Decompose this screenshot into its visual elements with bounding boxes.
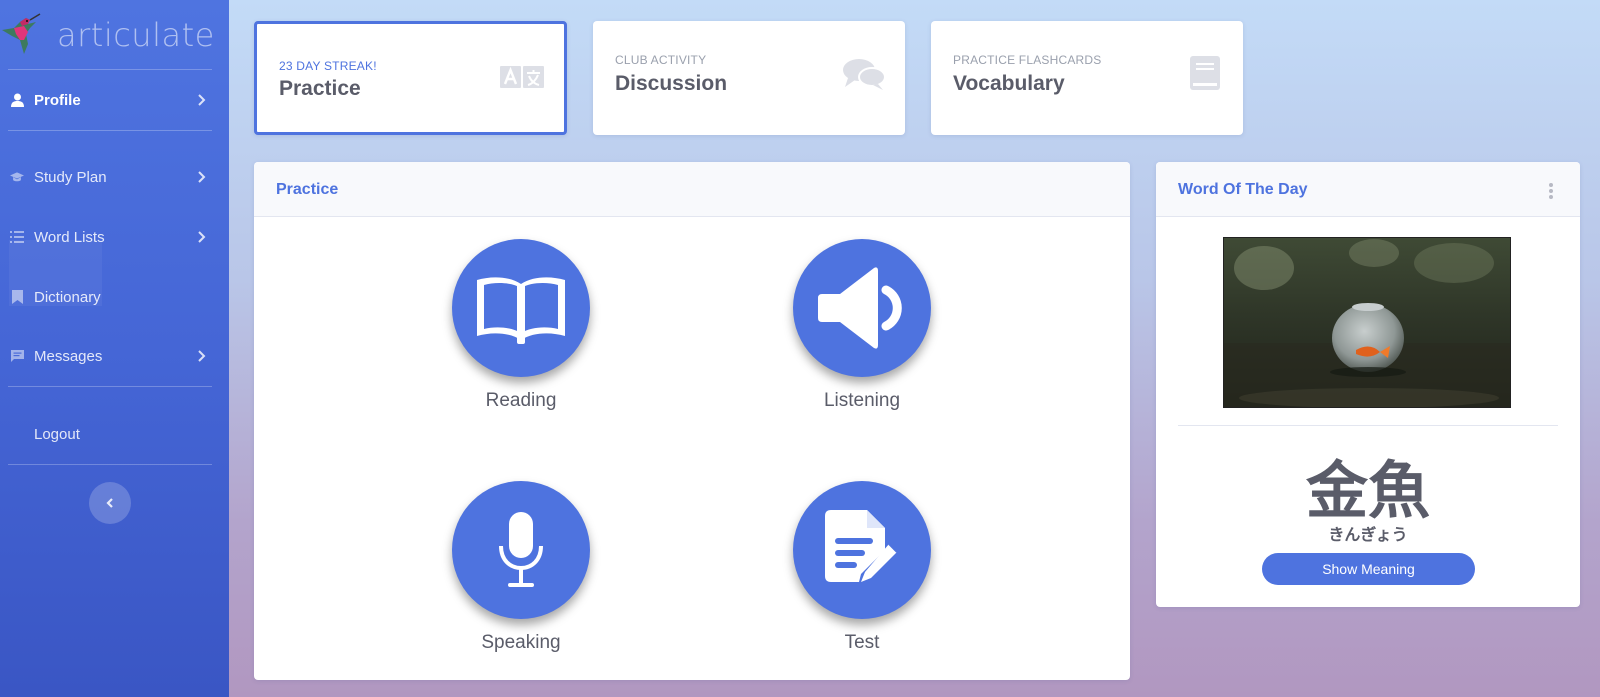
card-discussion[interactable]: Club Activity Discussion bbox=[593, 21, 905, 135]
word-kanji: 金魚 bbox=[1305, 454, 1430, 527]
panel-title: Practice bbox=[276, 181, 339, 198]
language-icon bbox=[500, 66, 544, 88]
card-title: Practice bbox=[279, 77, 361, 100]
sidebar-divider bbox=[8, 464, 212, 465]
sidebar-collapse-button[interactable] bbox=[89, 482, 131, 524]
skill-label: Listening bbox=[823, 390, 901, 411]
skill-circle bbox=[452, 481, 590, 619]
word-of-the-day-panel: Word Of The Day 金魚 きんぎょう Show Meaning bbox=[1156, 162, 1580, 607]
sidebar-item-label: Dictionary bbox=[34, 288, 101, 306]
chevron-right-icon bbox=[198, 94, 206, 106]
book-icon bbox=[1190, 56, 1220, 90]
sidebar-divider bbox=[8, 69, 212, 70]
goldfish-bowl-photo bbox=[1223, 237, 1511, 408]
sidebar-item-label: Profile bbox=[34, 91, 81, 109]
chevron-right-icon bbox=[198, 171, 206, 183]
skill-test[interactable]: Test bbox=[782, 481, 942, 654]
skill-label: Speaking bbox=[481, 632, 561, 653]
bookmark-icon bbox=[10, 290, 24, 304]
sidebar: articulate Profile Study Plan Word Lists… bbox=[0, 0, 229, 697]
skill-listening[interactable]: Listening bbox=[782, 239, 942, 412]
sidebar-item-label: Study Plan bbox=[34, 168, 107, 186]
skill-circle bbox=[793, 239, 931, 377]
card-subtitle: Practice Flashcards bbox=[953, 53, 1102, 67]
sidebar-item-label: Messages bbox=[34, 347, 103, 365]
comment-icon bbox=[10, 349, 24, 363]
card-title: Discussion bbox=[615, 72, 728, 95]
microphone-icon bbox=[499, 512, 543, 587]
brand[interactable]: articulate bbox=[0, 6, 229, 62]
graduation-cap-icon bbox=[10, 170, 24, 184]
practice-panel-header: Practice bbox=[254, 162, 1130, 217]
sidebar-item-study-plan[interactable]: Study Plan bbox=[0, 157, 229, 197]
comments-icon bbox=[843, 59, 885, 90]
divider bbox=[1178, 425, 1558, 426]
card-title: Vocabulary bbox=[953, 72, 1065, 95]
card-vocabulary[interactable]: Practice Flashcards Vocabulary bbox=[931, 21, 1243, 135]
show-meaning-button[interactable]: Show Meaning bbox=[1262, 553, 1475, 585]
skill-circle bbox=[452, 239, 590, 377]
card-practice[interactable]: 23 Day Streak! Practice bbox=[254, 21, 567, 135]
sidebar-item-messages[interactable]: Messages bbox=[0, 336, 229, 376]
file-edit-icon bbox=[825, 510, 898, 582]
practice-panel: Practice Reading Listening Speaking Test bbox=[254, 162, 1130, 680]
skill-circle bbox=[793, 481, 931, 619]
chevron-right-icon bbox=[198, 350, 206, 362]
skill-reading[interactable]: Reading bbox=[441, 239, 601, 412]
sidebar-item-label: Logout bbox=[34, 425, 80, 443]
ellipsis-vertical-icon[interactable] bbox=[1548, 183, 1554, 199]
skill-speaking[interactable]: Speaking bbox=[441, 481, 601, 654]
volume-icon bbox=[818, 267, 902, 349]
skill-label: Test bbox=[844, 632, 880, 653]
card-subtitle: Club Activity bbox=[615, 53, 707, 67]
chevron-left-icon bbox=[106, 498, 113, 508]
sidebar-divider bbox=[8, 386, 212, 387]
chevron-right-icon bbox=[198, 231, 206, 243]
sidebar-item-profile[interactable]: Profile bbox=[0, 80, 229, 120]
sidebar-item-dictionary[interactable]: Dictionary bbox=[0, 277, 229, 317]
card-subtitle: 23 Day Streak! bbox=[279, 59, 377, 73]
panel-title: Word Of The Day bbox=[1178, 181, 1308, 198]
open-book-icon bbox=[477, 277, 565, 344]
word-of-the-day-header: Word Of The Day bbox=[1156, 162, 1580, 217]
sidebar-item-logout[interactable]: Logout bbox=[0, 414, 229, 454]
brand-name: articulate bbox=[57, 16, 215, 54]
hummingbird-logo-icon bbox=[2, 13, 41, 54]
sidebar-divider bbox=[8, 130, 212, 131]
user-icon bbox=[10, 93, 24, 107]
skill-label: Reading bbox=[485, 390, 557, 411]
word-reading: きんぎょう bbox=[1328, 525, 1408, 544]
